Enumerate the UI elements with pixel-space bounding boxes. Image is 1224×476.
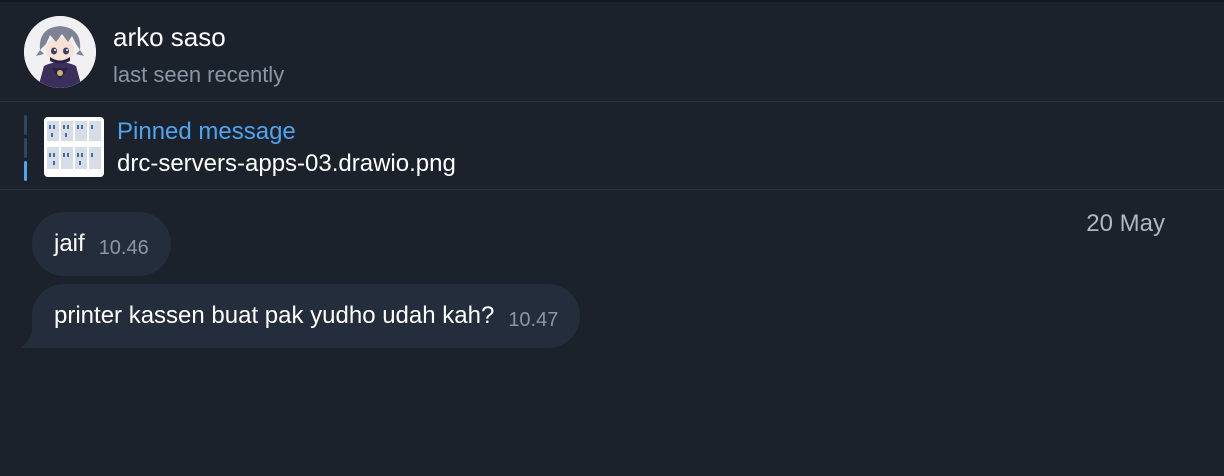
message-time: 10.46	[98, 236, 149, 259]
contact-status: last seen recently	[113, 62, 285, 87]
pinned-text: drc-servers-apps-03.drawio.png	[117, 150, 456, 177]
message-bubble[interactable]: jaif 10.46	[32, 212, 171, 276]
pinned-message-bar[interactable]: Pinned message drc-servers-apps-03.drawi…	[0, 102, 1224, 190]
chat-window: arko saso last seen recently Pinned mess…	[0, 0, 1224, 476]
message-bubble[interactable]: printer kassen buat pak yudho udah kah? …	[32, 284, 581, 348]
date-separator: 20 May	[1086, 210, 1165, 237]
diagram-thumbnail-icon	[44, 117, 104, 177]
pinned-title: Pinned message	[117, 118, 296, 145]
avatar[interactable]	[24, 16, 96, 88]
message-text: printer kassen buat pak yudho udah kah?	[54, 302, 495, 329]
contact-name[interactable]: arko saso	[113, 22, 226, 53]
avatar-image	[24, 16, 96, 88]
pinned-thumbnail[interactable]	[44, 117, 104, 177]
message-text: jaif	[54, 230, 85, 257]
pinned-indicator	[24, 115, 27, 181]
message-time: 10.47	[508, 308, 559, 331]
chat-header[interactable]: arko saso last seen recently	[0, 2, 1224, 102]
